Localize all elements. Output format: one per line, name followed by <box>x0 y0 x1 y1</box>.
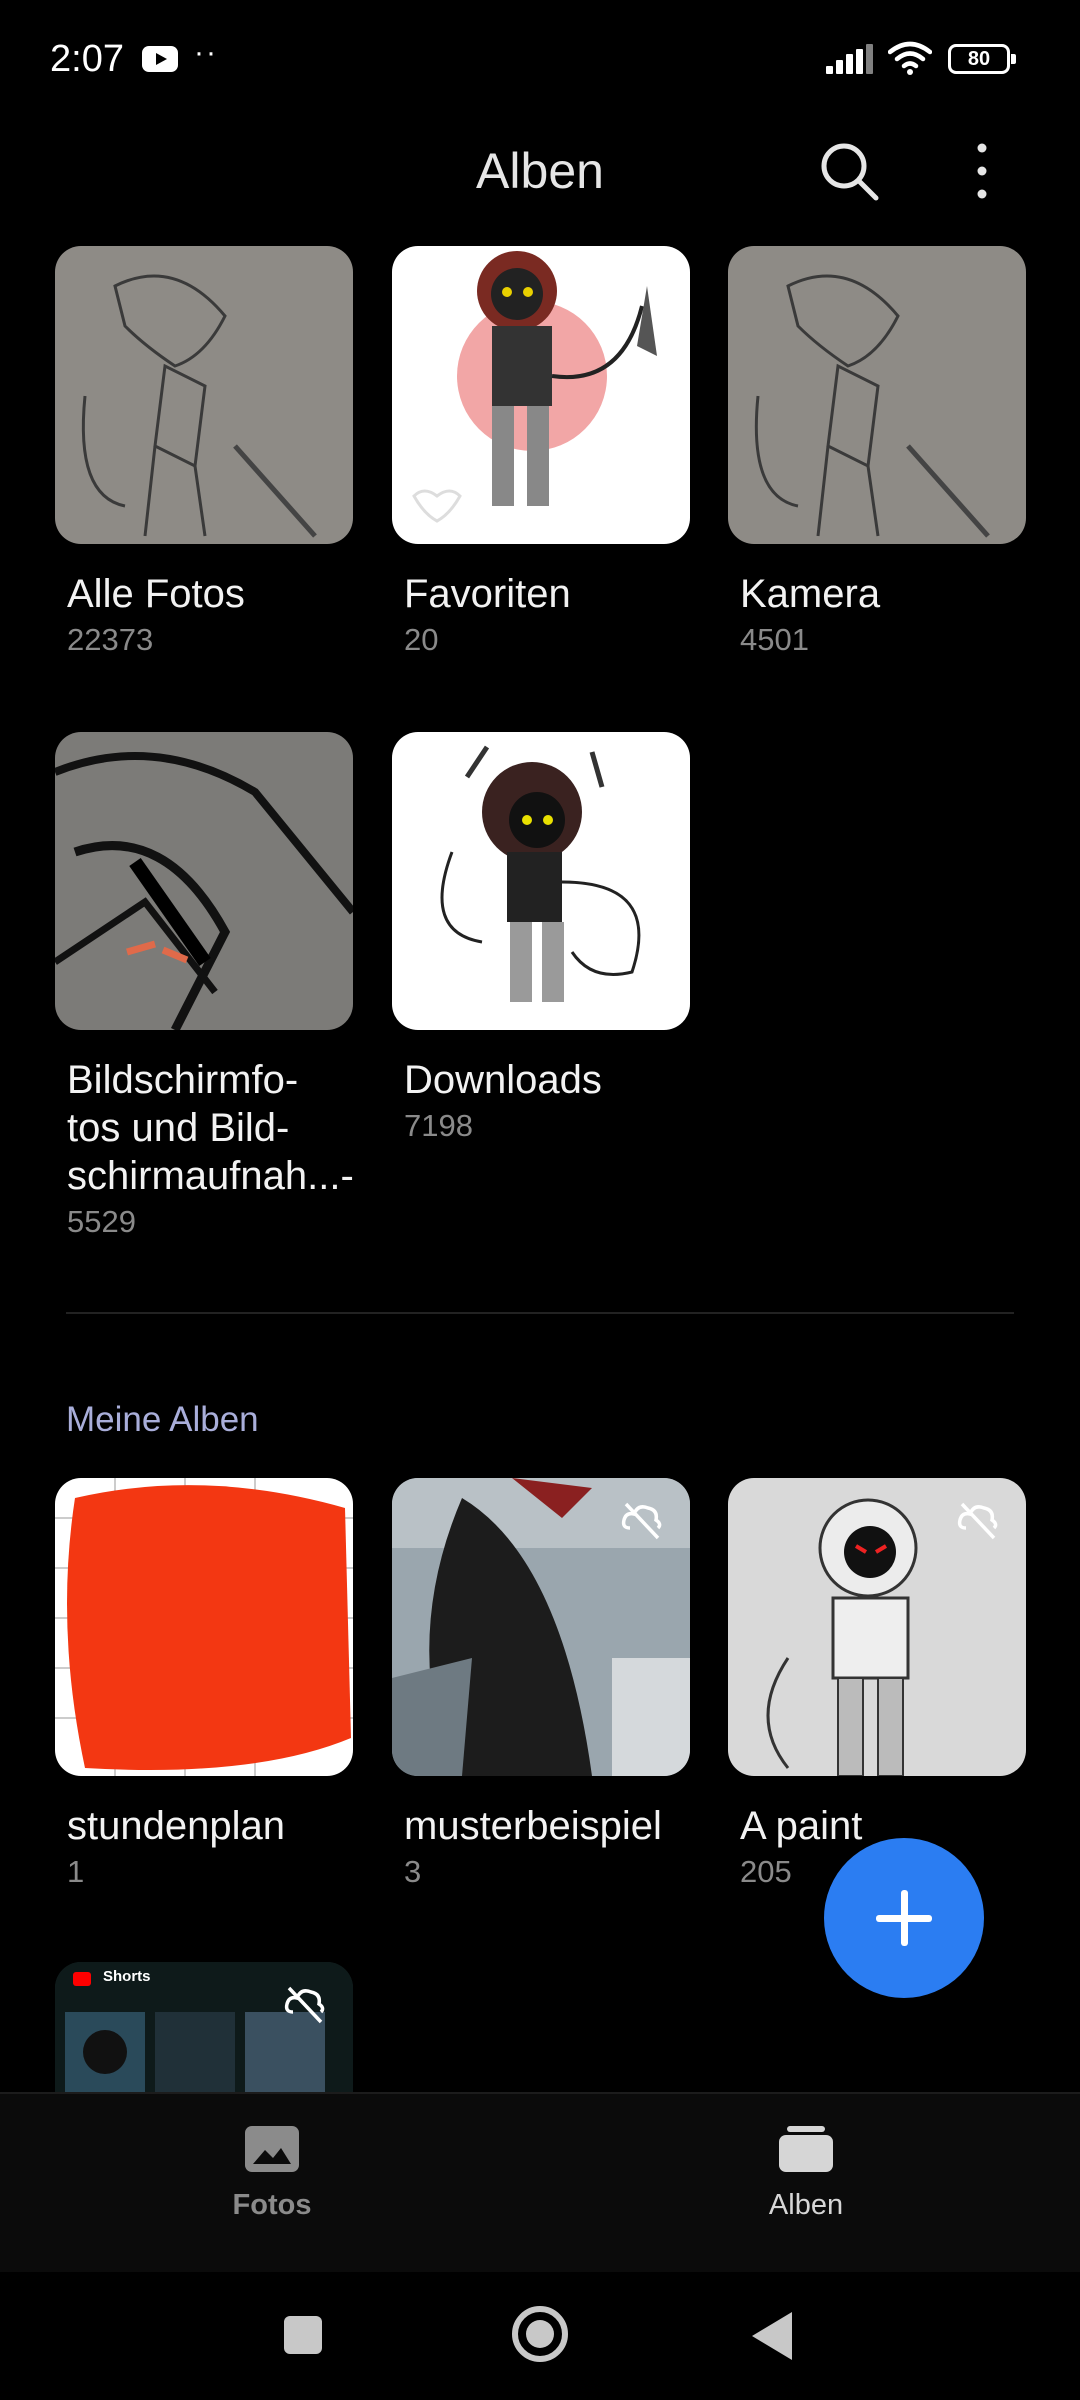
album-name: Bildschirmfo- tos und Bild- schirmaufnah… <box>67 1058 354 1198</box>
youtube-icon <box>142 46 178 72</box>
album-thumbnail <box>392 246 690 544</box>
tab-fotos[interactable]: Fotos <box>142 2124 402 2222</box>
shorts-label: Shorts <box>103 1968 151 1985</box>
album-thumbnail <box>728 1478 1026 1776</box>
album-thumbnail <box>728 246 1026 544</box>
album-name: Favoriten <box>404 572 571 616</box>
tab-label: Fotos <box>232 2189 312 2221</box>
album-musterbeispiel[interactable]: musterbeispiel 3 <box>392 1478 690 1890</box>
album-count: 3 <box>404 1854 422 1889</box>
album-count: 20 <box>404 622 439 657</box>
more-vert-icon[interactable] <box>962 138 1002 204</box>
album-thumbnail <box>392 1478 690 1776</box>
recents-button[interactable] <box>284 2316 322 2354</box>
system-navigation-bar <box>0 2272 1080 2400</box>
album-count: 4501 <box>740 622 809 657</box>
album-favoriten[interactable]: Favoriten 20 <box>392 246 690 658</box>
tab-label: Alben <box>768 2189 844 2221</box>
album-thumbnail: Shorts <box>55 1962 353 2092</box>
status-time: 2:07 <box>50 38 124 80</box>
album-count: 22373 <box>67 622 154 657</box>
albums-icon <box>779 2126 833 2172</box>
album-stundenplan[interactable]: stundenplan 1 <box>55 1478 353 1890</box>
album-count: 1 <box>67 1854 85 1889</box>
album-count: 5529 <box>67 1204 136 1239</box>
signal-icon <box>826 44 876 74</box>
album-screenshots[interactable]: Bildschirmfo- tos und Bild- schirmaufnah… <box>55 732 354 1240</box>
album-name: Kamera <box>740 572 881 616</box>
album-thumbnail <box>392 732 690 1030</box>
album-name: stundenplan <box>67 1804 285 1848</box>
section-divider <box>66 1312 1014 1314</box>
album-name: Downloads <box>404 1058 602 1102</box>
status-bar: 2:07 ·· 80 <box>0 0 1080 120</box>
tab-alben[interactable]: Alben <box>676 2124 936 2222</box>
unsynced-cloud-icon <box>957 1502 998 1540</box>
add-album-button[interactable] <box>824 1838 984 1998</box>
album-count: 7198 <box>404 1108 473 1143</box>
album-kamera[interactable]: Kamera 4501 <box>728 246 1026 658</box>
album-shorts[interactable]: Shorts <box>55 1962 353 2092</box>
unsynced-cloud-icon <box>621 1502 662 1540</box>
album-thumbnail <box>55 246 353 544</box>
album-thumbnail <box>55 1478 353 1776</box>
back-button[interactable] <box>752 2312 792 2360</box>
album-name: musterbeispiel <box>404 1804 662 1848</box>
battery-icon: 80 <box>948 44 1016 74</box>
home-button[interactable] <box>512 2306 568 2362</box>
album-a-paint[interactable]: A paint 205 <box>728 1478 1026 1890</box>
photo-icon <box>245 2126 299 2172</box>
album-alle-fotos[interactable]: Alle Fotos 22373 <box>55 246 353 658</box>
wifi-icon <box>888 41 932 75</box>
album-thumbnail <box>55 732 353 1030</box>
unsynced-cloud-icon <box>284 1986 325 2024</box>
page-title: Alben <box>476 143 604 199</box>
more-notifications-icon: ·· <box>194 36 218 69</box>
section-title-my-albums: Meine Alben <box>66 1400 259 1439</box>
bottom-navigation: Fotos Alben <box>0 2092 1080 2272</box>
album-downloads[interactable]: Downloads 7198 <box>392 732 690 1144</box>
search-icon[interactable] <box>816 138 882 204</box>
album-name: Alle Fotos <box>67 572 245 616</box>
